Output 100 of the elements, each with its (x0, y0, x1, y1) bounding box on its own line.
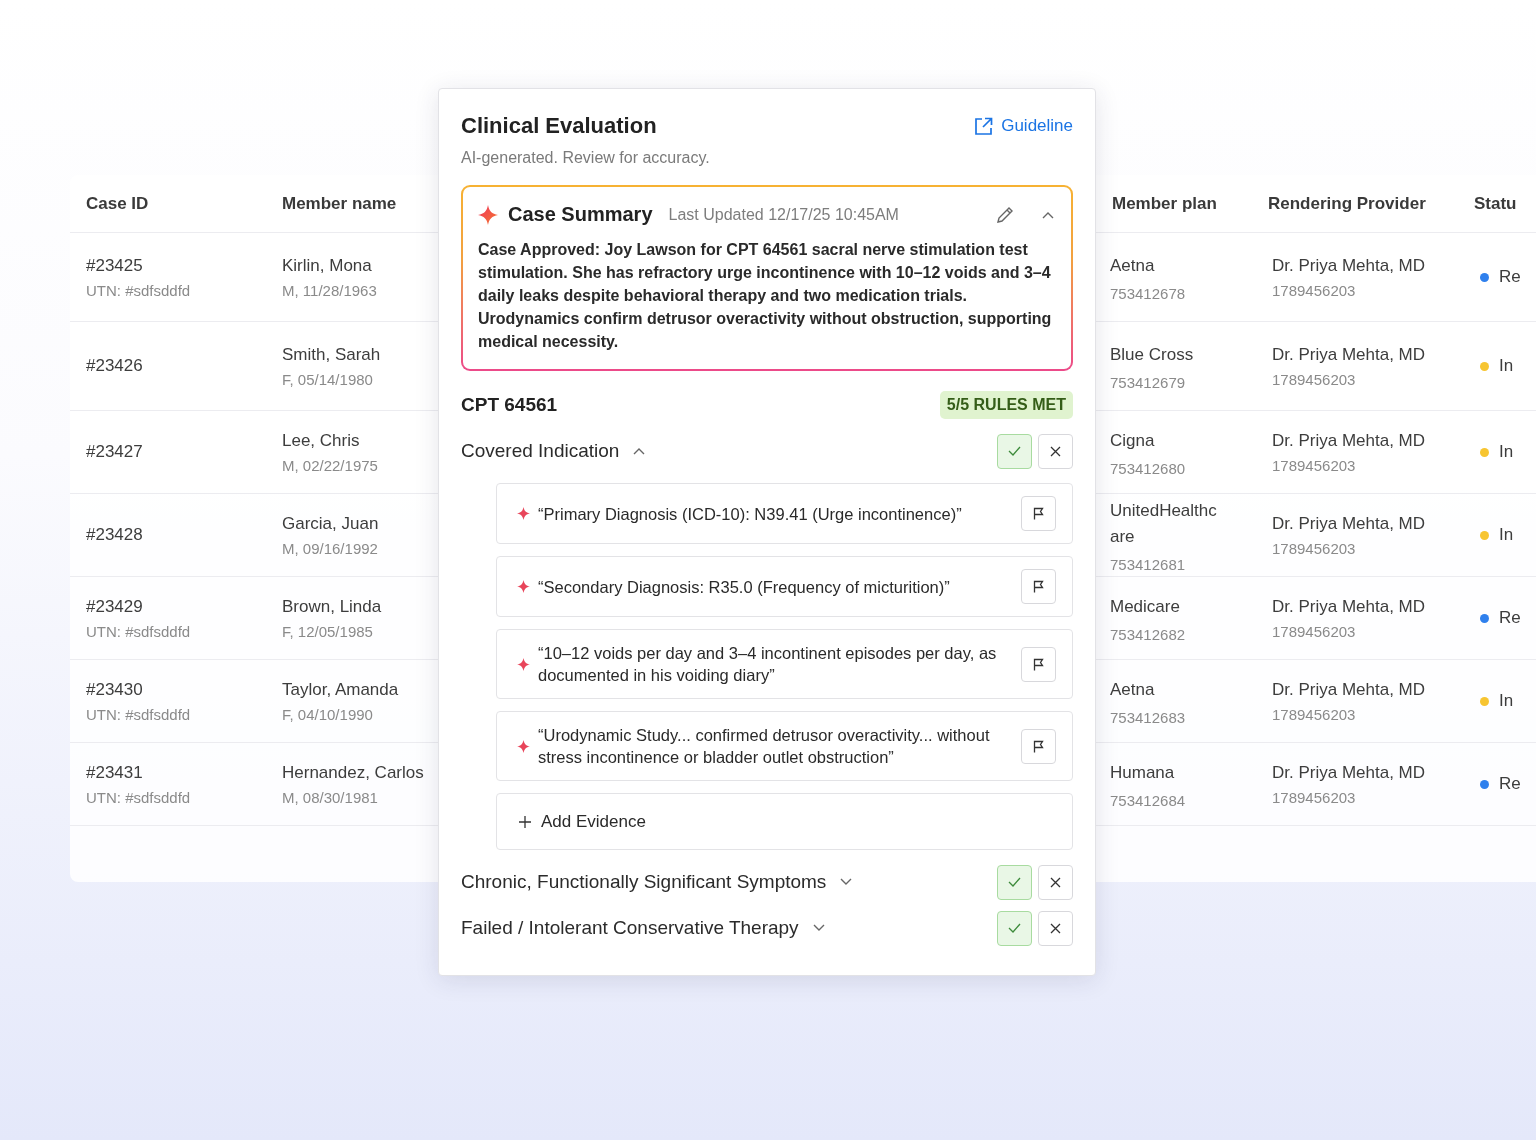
flag-button[interactable] (1021, 728, 1056, 764)
column-header: Member name (281, 193, 398, 214)
close-icon (1050, 922, 1061, 934)
plan-id: 753412684 (1110, 791, 1187, 809)
case-id: #23428 (86, 525, 144, 545)
provider-id: 1789456203 (1272, 281, 1357, 299)
close-icon (1050, 876, 1061, 888)
utn-text: UTN: #sdfsddfd (86, 788, 192, 806)
column-header: Statu (1474, 193, 1518, 214)
sparkle-icon (517, 580, 530, 593)
criterion-title: Failed / Intolerant Conservative Therapy (461, 917, 799, 939)
plan-id: 753412682 (1110, 625, 1187, 643)
member-name: Hernandez, Carlos (282, 762, 425, 783)
check-icon (1008, 877, 1021, 887)
evidence-quote: “Primary Diagnosis (ICD-10): N39.41 (Urge incontinence)” (538, 503, 963, 525)
member-plan: Aetna (1110, 254, 1156, 277)
flag-button[interactable] (1021, 646, 1056, 682)
flag-icon (1033, 580, 1044, 593)
panel-subtitle: AI-generated. Review for accuracy. (461, 149, 711, 167)
check-icon (1008, 923, 1021, 933)
chevron-up-icon (1042, 210, 1054, 219)
flag-button[interactable] (1021, 496, 1056, 531)
member-plan: Aetna (1110, 678, 1156, 701)
status-text: Re (1499, 774, 1521, 794)
reject-button[interactable] (1038, 433, 1073, 469)
case-id: #23426 (86, 356, 144, 376)
case-id: #23429 (86, 596, 144, 617)
member-name: Kirlin, Mona (282, 255, 373, 276)
column-header: Case ID (85, 193, 150, 214)
plan-id: 753412678 (1110, 284, 1187, 302)
criterion-title: Covered Indication (461, 440, 620, 462)
member-name: Taylor, Amanda (282, 679, 400, 700)
member-plan: Cigna (1110, 429, 1156, 452)
approve-button[interactable] (997, 864, 1032, 900)
member-plan: Blue Cross (1110, 343, 1195, 366)
provider-name: Dr. Priya Mehta, MD (1272, 255, 1427, 276)
check-icon (1008, 446, 1021, 456)
status-text: In (1499, 442, 1514, 462)
sparkle-icon (517, 739, 530, 753)
cpt-code: CPT 64561 (461, 394, 558, 416)
reject-button[interactable] (1038, 864, 1073, 900)
summary-text: Case Approved: Joy Lawson for CPT 64561 sacral nerve stimulation test stimulation. She has refractory urge incontinence with 10–12 voids and 3–4 daily leaks despite behavioral therapy and two medication trials. Urodynamics confirm detrusor overactivity without obstruction, supporting medical necessity. (478, 240, 1053, 352)
status-text: In (1499, 691, 1514, 711)
last-updated: Last Updated 12/17/25 10:45AM (668, 205, 900, 224)
utn-text: UTN: #sdfsddfd (86, 705, 192, 723)
member-name: Garcia, Juan (282, 513, 380, 534)
case-id: #23430 (86, 679, 144, 700)
guideline-link[interactable]: Guideline (974, 116, 1073, 136)
plus-icon (519, 815, 531, 828)
provider-name: Dr. Priya Mehta, MD (1272, 762, 1427, 783)
status-text: In (1499, 525, 1514, 545)
member-details: M, 08/30/1981 (282, 788, 379, 806)
plan-id: 753412681 (1110, 555, 1187, 573)
provider-id: 1789456203 (1272, 622, 1357, 640)
provider-id: 1789456203 (1272, 370, 1357, 388)
utn-text: UTN: #sdfsddfd (86, 281, 192, 299)
sparkle-icon (478, 204, 498, 225)
member-name: Smith, Sarah (282, 344, 382, 365)
plan-id: 753412679 (1110, 373, 1187, 391)
chevron-up-icon (633, 447, 646, 455)
status-text: Re (1499, 267, 1521, 287)
panel-title: Clinical Evaluation (461, 113, 657, 139)
provider-id: 1789456203 (1272, 788, 1357, 806)
chevron-down-icon (812, 924, 825, 932)
member-details: M, 09/16/1992 (282, 539, 379, 557)
sparkle-icon (517, 657, 530, 671)
external-link-icon (974, 116, 994, 136)
approve-button[interactable] (997, 910, 1032, 946)
evidence-quote: “10–12 voids per day and 3–4 incontinent episodes per day, as documented in his voiding diary” (538, 643, 998, 686)
member-name: Brown, Linda (282, 596, 383, 617)
case-id: #23425 (86, 255, 144, 276)
member-details: F, 05/14/1980 (282, 370, 374, 388)
member-details: M, 02/22/1975 (282, 456, 379, 474)
case-id: #23427 (86, 442, 144, 462)
column-header: Member plan (1111, 193, 1218, 214)
sparkle-icon (517, 507, 530, 520)
approve-button[interactable] (997, 433, 1032, 469)
provider-name: Dr. Priya Mehta, MD (1272, 596, 1427, 617)
flag-icon (1033, 507, 1044, 520)
status-text: Re (1499, 608, 1521, 628)
summary-title: Case Summary (508, 203, 653, 226)
member-details: F, 04/10/1990 (282, 705, 374, 723)
provider-name: Dr. Priya Mehta, MD (1272, 679, 1427, 700)
status-text: In (1499, 356, 1514, 376)
criterion-title: Chronic, Functionally Significant Symptoms (461, 871, 827, 893)
case-id: #23431 (86, 762, 144, 783)
flag-button[interactable] (1021, 569, 1056, 604)
pencil-icon (996, 205, 1014, 224)
evidence-quote: “Secondary Diagnosis: R35.0 (Frequency of micturition)” (538, 576, 951, 598)
flag-icon (1033, 657, 1044, 671)
provider-id: 1789456203 (1272, 539, 1357, 557)
rules-met-badge: 5/5 RULES MET (939, 391, 1073, 419)
reject-button[interactable] (1038, 910, 1073, 946)
member-plan: UnitedHealthc are (1110, 499, 1218, 548)
close-icon (1050, 445, 1061, 457)
add-evidence-button[interactable]: Add Evidence (496, 793, 1073, 850)
provider-name: Dr. Priya Mehta, MD (1272, 430, 1427, 451)
flag-icon (1033, 739, 1044, 753)
chevron-down-icon (840, 878, 853, 886)
member-name: Lee, Chris (282, 430, 361, 451)
